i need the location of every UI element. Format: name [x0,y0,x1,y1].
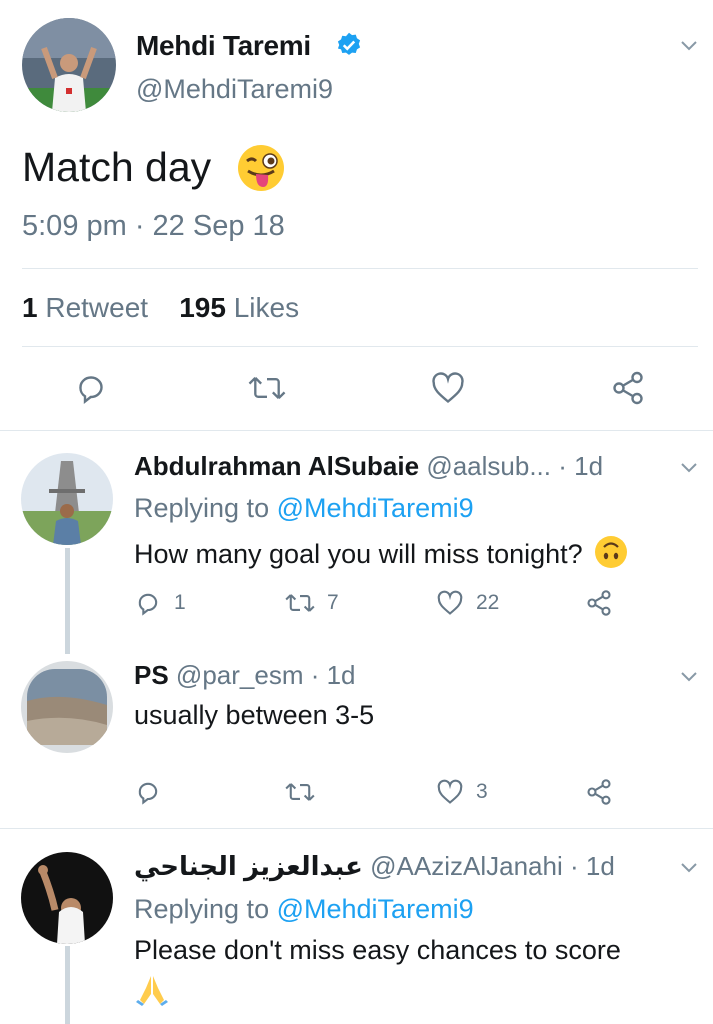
reply-icon[interactable] [134,778,162,806]
retweets-count[interactable]: 1 [22,292,38,323]
author-name[interactable]: Mehdi Taremi [136,30,311,62]
reply-header: Abdulrahman AlSubaie @aalsub... · 1d [134,451,603,482]
verified-badge-icon [335,31,363,59]
main-avatar[interactable] [22,18,116,112]
replying-to: Replying to @MehdiTaremi9 [134,894,474,925]
retweet-icon[interactable] [285,589,315,617]
divider [0,828,713,829]
author-handle[interactable]: @MehdiTaremi9 [136,74,333,105]
winking-tongue-emoji-icon [236,143,286,193]
reply-header: PS @par_esm · 1d [134,660,356,691]
retweet-icon[interactable] [248,370,286,406]
share-icon[interactable] [585,778,613,806]
reply-author-name[interactable]: PS [134,660,169,690]
reply-text: usually between 3-5 [134,700,375,730]
retweet-action[interactable]: 7 [285,589,339,617]
retweet-icon[interactable] [285,778,315,806]
reply-icon[interactable] [134,589,162,617]
tweet-stats: 1 Retweet 195 Likes [22,292,299,324]
reply-count: 1 [174,591,186,614]
like-count: 22 [476,591,500,614]
divider [22,346,698,347]
reply-avatar[interactable] [21,852,113,944]
retweet-action[interactable] [285,778,327,806]
upside-down-face-emoji-icon [595,536,628,568]
reply-avatar[interactable] [21,661,113,753]
reply-text-content: How many goal you will miss tonight? [134,539,583,569]
replying-to: Replying to @MehdiTaremi9 [134,493,474,524]
likes-label[interactable]: Likes [234,292,299,323]
replying-to-link[interactable]: @MehdiTaremi9 [277,894,474,924]
like-action[interactable]: 22 [436,589,499,617]
divider [22,268,698,269]
reply-author-handle[interactable]: @AAzizAlJanahi [370,851,563,881]
tweet-timestamp[interactable]: 5:09 pm · 22 Sep 18 [22,210,285,243]
share-icon[interactable] [610,370,646,406]
reply-author-handle[interactable]: @par_esm [176,660,304,690]
retweet-count: 7 [327,591,339,614]
like-heart-icon[interactable] [436,589,464,617]
retweets-label[interactable]: Retweet [45,292,148,323]
replying-to-link[interactable]: @MehdiTaremi9 [277,493,474,523]
reply-author-name[interactable]: Abdulrahman AlSubaie [134,451,419,481]
reply-text: How many goal you will miss tonight? [134,535,628,570]
reply-author-handle[interactable]: @aalsub... [426,451,551,481]
reply-avatar[interactable] [21,453,113,545]
reply-action[interactable] [134,778,174,806]
folded-hands-emoji-icon [136,976,168,1006]
share-icon[interactable] [585,589,613,617]
replying-to-label: Replying to [134,493,270,523]
reply-header: عبدالعزيز الجناحي @AAzizAlJanahi · 1d [134,851,615,882]
reply-author-name[interactable]: عبدالعزيز الجناحي [134,851,363,881]
reply-age: · 1d [310,660,356,690]
thread-line [65,946,70,1024]
like-heart-icon[interactable] [436,778,464,806]
reply-icon[interactable] [73,370,109,406]
divider [0,430,713,431]
reply-age: · 1d [558,451,604,481]
reply-text: Please don't miss easy chances to score [134,935,621,965]
replying-to-label: Replying to [134,894,270,924]
chevron-down-icon[interactable] [678,665,700,687]
reply-action[interactable]: 1 [134,589,186,617]
like-heart-icon[interactable] [430,370,466,406]
reply-age: · 1d [569,851,615,881]
chevron-down-icon[interactable] [678,34,700,56]
chevron-down-icon[interactable] [678,456,700,478]
like-action[interactable]: 3 [436,778,488,806]
thread-line [65,548,70,654]
tweet-text: Match day [22,144,212,190]
likes-count[interactable]: 195 [179,292,226,323]
chevron-down-icon[interactable] [678,856,700,878]
like-count: 3 [476,780,488,803]
